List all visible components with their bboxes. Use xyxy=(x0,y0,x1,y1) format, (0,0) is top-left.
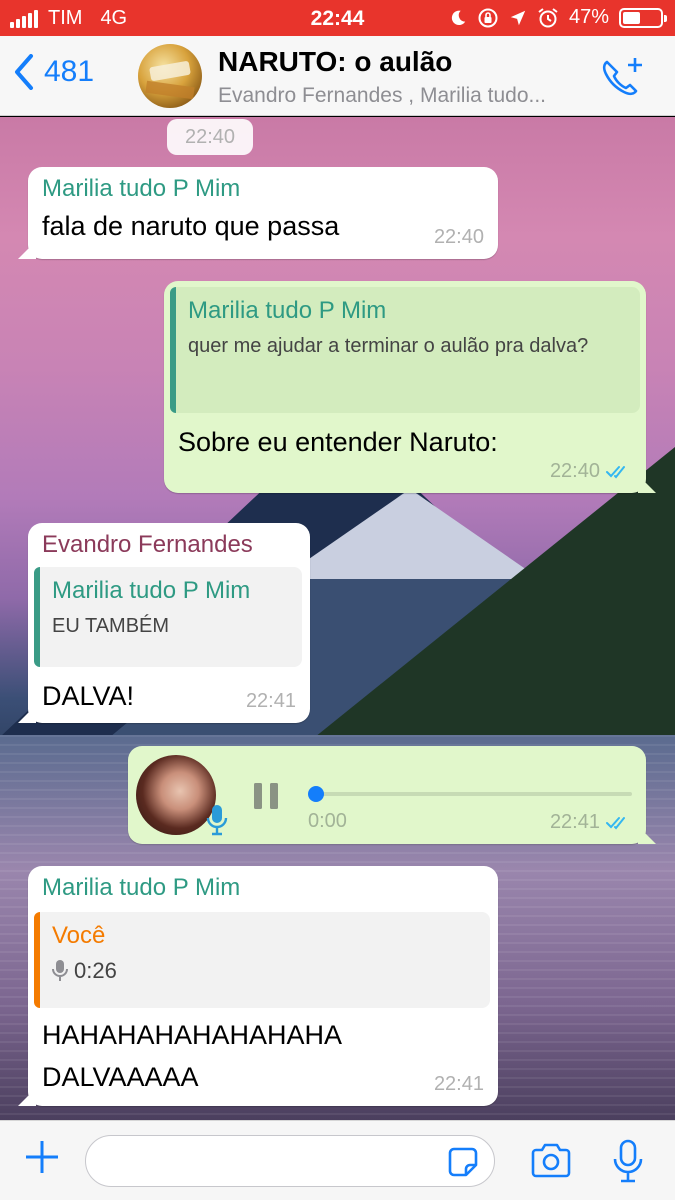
message-text-line1: HAHAHAHAHAHAHAHA xyxy=(42,1020,343,1050)
message-input[interactable] xyxy=(85,1135,495,1187)
status-bar: TIM 4G 22:44 47% xyxy=(0,0,675,36)
quote-sender: Você xyxy=(52,922,106,949)
message-sender: Evandro Fernandes xyxy=(42,531,253,558)
message-text-line2: DALVAAAAA xyxy=(42,1062,199,1092)
add-call-button[interactable] xyxy=(599,56,645,103)
quote-text: EU TAMBÉM xyxy=(52,615,170,637)
voice-record-button[interactable] xyxy=(612,1139,644,1188)
quoted-message[interactable]: Marilia tudo P Mim EU TAMBÉM xyxy=(34,567,302,667)
message-sender: Marilia tudo P Mim xyxy=(42,874,241,901)
battery-percent: 47% xyxy=(568,6,609,28)
message-time-status: 22:40 xyxy=(550,460,632,483)
orientation-lock-icon xyxy=(478,8,498,27)
unread-count: 481 xyxy=(44,55,95,88)
alarm-icon xyxy=(538,7,558,27)
input-bar xyxy=(0,1120,675,1200)
message-bubble[interactable]: Evandro Fernandes Marilia tudo P Mim EU … xyxy=(18,523,310,723)
chevron-left-icon xyxy=(15,54,33,90)
sticker-button[interactable] xyxy=(446,1145,480,1184)
voice-elapsed: 0:00 xyxy=(308,810,347,832)
quote-duration: 0:26 xyxy=(74,958,117,983)
message-bubble[interactable]: Marilia tudo P Mim Você 0:26 HAHAHAHAHAH… xyxy=(18,866,498,1106)
message-time: 22:41 xyxy=(433,1073,484,1095)
message-time-status: 22:41 xyxy=(550,811,632,834)
battery-icon xyxy=(619,7,667,28)
location-icon xyxy=(510,10,526,25)
chat-area[interactable]: 22:40 Marilia tudo P Mim fala de naruto … xyxy=(0,117,675,1120)
message-text: DALVA! xyxy=(42,681,135,711)
time-chip: 22:40 xyxy=(167,119,253,155)
microphone-icon xyxy=(613,1139,643,1183)
group-avatar[interactable] xyxy=(138,44,202,108)
quote-text: quer me ajudar a terminar o aulão pra da… xyxy=(188,335,589,357)
camera-button[interactable] xyxy=(530,1143,572,1184)
microphone-icon xyxy=(206,805,228,836)
moon-icon xyxy=(451,10,466,25)
quote-sender: Marilia tudo P Mim xyxy=(52,577,251,604)
attach-button[interactable] xyxy=(24,1139,60,1180)
chat-participants[interactable]: Evandro Fernandes , Marilia tudo... xyxy=(218,84,578,108)
pause-button[interactable] xyxy=(252,782,280,810)
message-time: 22:41 xyxy=(245,690,296,712)
message-text: fala de naruto que passa xyxy=(42,211,340,241)
microphone-icon xyxy=(52,960,68,981)
message-bubble[interactable]: Marilia tudo P Mim quer me ajudar a term… xyxy=(164,281,656,493)
pause-icon xyxy=(254,783,278,809)
voice-progress-thumb[interactable] xyxy=(308,786,324,802)
chat-title[interactable]: NARUTO: o aulão xyxy=(218,46,452,78)
back-button[interactable]: 481 xyxy=(14,54,94,90)
quote-sender: Marilia tudo P Mim xyxy=(188,297,387,324)
sender-avatar xyxy=(136,755,216,835)
message-time: 22:40 xyxy=(433,226,484,248)
message-sender: Marilia tudo P Mim xyxy=(42,175,241,202)
voice-message-bubble[interactable]: 0:00 22:41 xyxy=(128,746,656,844)
message-text: Sobre eu entender Naruto: xyxy=(178,427,498,457)
camera-icon xyxy=(531,1143,571,1178)
phone-plus-icon xyxy=(602,58,642,96)
quoted-message[interactable]: Marilia tudo P Mim quer me ajudar a term… xyxy=(170,287,640,413)
sticker-icon xyxy=(448,1147,478,1177)
message-bubble[interactable]: Marilia tudo P Mim fala de naruto que pa… xyxy=(18,167,498,259)
voice-progress-track[interactable] xyxy=(308,786,632,802)
read-ticks-icon xyxy=(606,816,625,829)
plus-icon xyxy=(26,1141,58,1173)
quoted-message[interactable]: Você 0:26 xyxy=(34,912,490,1008)
chat-header: 481 NARUTO: o aulão Evandro Fernandes , … xyxy=(0,36,675,116)
read-ticks-icon xyxy=(606,465,625,478)
quote-voice-info: 0:26 xyxy=(52,958,478,984)
